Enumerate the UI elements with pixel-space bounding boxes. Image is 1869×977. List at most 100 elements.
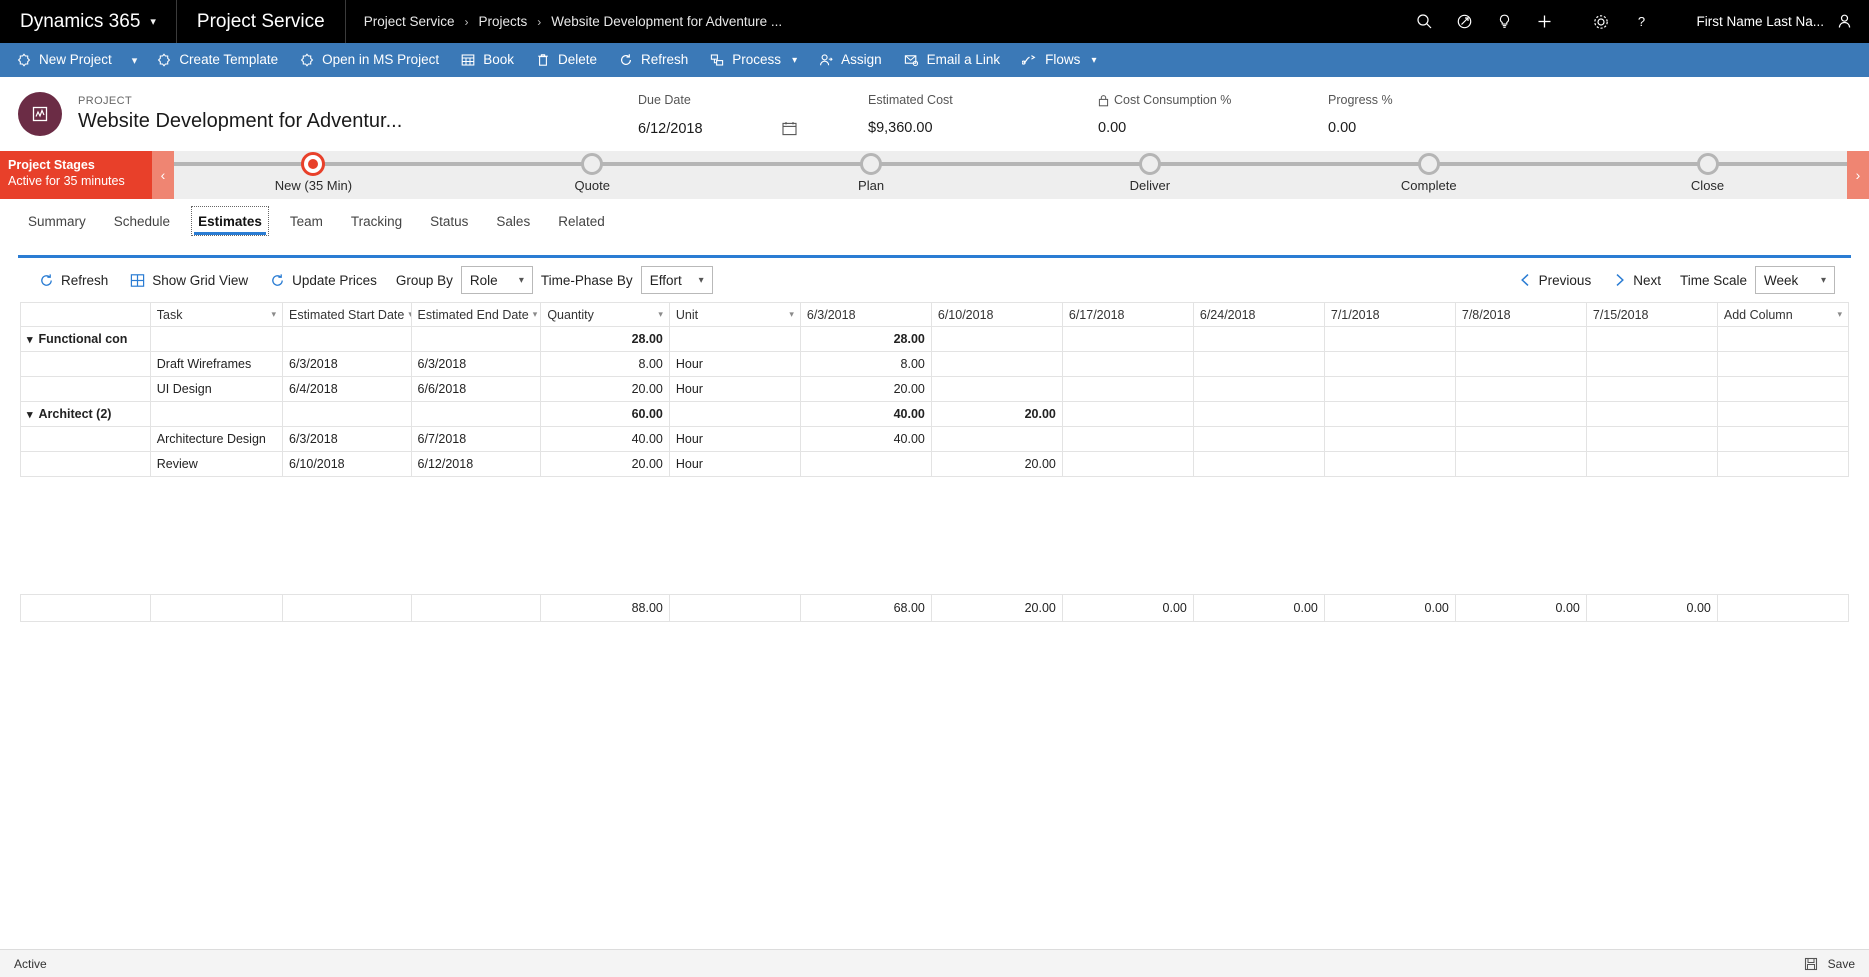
col-header-add-column[interactable]: Add Column ▾	[1716, 302, 1850, 327]
row-cell-add-column[interactable]	[1716, 376, 1850, 402]
row-cell-week-6[interactable]	[1454, 376, 1587, 402]
row-cell-week-3[interactable]	[1061, 351, 1194, 377]
row-cell-unit[interactable]	[668, 326, 801, 352]
gear-icon[interactable]	[1581, 0, 1621, 43]
email-a-link-button[interactable]: Email a Link	[893, 43, 1012, 77]
row-cell-start[interactable]: 6/3/2018	[282, 351, 412, 377]
dynamics-brand-menu[interactable]: Dynamics 365 ▾	[0, 0, 177, 43]
row-cell-week-7[interactable]	[1585, 401, 1718, 427]
new-project-split-button[interactable]: ▾	[123, 43, 147, 77]
row-cell-week-2[interactable]: 20.00	[930, 451, 1063, 477]
row-cell-week-6[interactable]	[1454, 426, 1587, 452]
process-stage-quote[interactable]: Quote	[453, 151, 732, 199]
chevron-left-icon[interactable]: ‹	[152, 151, 174, 199]
row-cell-week-1[interactable]: 40.00	[799, 401, 932, 427]
row-cell-week-2[interactable]: 20.00	[930, 401, 1063, 427]
group-by-select[interactable]: Role ▾	[460, 266, 533, 294]
row-cell-quantity[interactable]: 20.00	[540, 451, 670, 477]
row-cell-task[interactable]: UI Design	[149, 376, 284, 402]
process-stage-new[interactable]: New (35 Min)	[174, 151, 453, 199]
row-cell-week-4[interactable]	[1192, 376, 1325, 402]
process-stage-complete[interactable]: Complete	[1289, 151, 1568, 199]
row-cell-unit[interactable]: Hour	[668, 351, 801, 377]
time-phase-by-select[interactable]: Effort ▾	[640, 266, 713, 294]
row-cell-week-2[interactable]	[930, 426, 1063, 452]
row-cell-week-6[interactable]	[1454, 401, 1587, 427]
tab-team[interactable]: Team	[276, 199, 337, 243]
flows-button[interactable]: Flows ▾	[1011, 43, 1107, 77]
row-cell-start[interactable]: 6/10/2018	[282, 451, 412, 477]
previous-period-button[interactable]: Previous	[1508, 265, 1603, 295]
tab-summary[interactable]: Summary	[14, 199, 100, 243]
row-cell-task[interactable]: Draft Wireframes	[149, 351, 284, 377]
row-cell-end[interactable]	[410, 326, 542, 352]
row-cell-week-5[interactable]	[1323, 451, 1456, 477]
metric-due-date-value[interactable]: 6/12/2018	[638, 121, 703, 137]
table-row[interactable]: Architecture Design 6/3/2018 6/7/2018 40…	[20, 426, 1850, 452]
row-cell-week-7[interactable]	[1585, 426, 1718, 452]
row-cell-quantity[interactable]: 40.00	[540, 426, 670, 452]
row-cell-task[interactable]: Architecture Design	[149, 426, 284, 452]
grid-refresh-button[interactable]: Refresh	[28, 265, 119, 295]
table-row[interactable]: UI Design 6/4/2018 6/6/2018 20.00 Hour 2…	[20, 376, 1850, 402]
row-cell-start[interactable]: 6/4/2018	[282, 376, 412, 402]
refresh-button[interactable]: Refresh	[608, 43, 699, 77]
row-cell-week-5[interactable]	[1323, 326, 1456, 352]
chevron-down-icon[interactable]: ▾	[271, 309, 276, 320]
calendar-icon[interactable]	[781, 120, 798, 137]
row-cell-week-2[interactable]	[930, 326, 1063, 352]
row-cell-week-5[interactable]	[1323, 401, 1456, 427]
row-cell-week-4[interactable]	[1192, 426, 1325, 452]
row-cell-end[interactable]: 6/12/2018	[410, 451, 542, 477]
plus-icon[interactable]	[1524, 0, 1564, 43]
tab-status[interactable]: Status	[416, 199, 482, 243]
row-cell-week-3[interactable]	[1061, 401, 1194, 427]
tab-related[interactable]: Related	[544, 199, 619, 243]
row-cell-add-column[interactable]	[1716, 451, 1850, 477]
app-name[interactable]: Project Service	[177, 0, 346, 43]
chevron-down-icon[interactable]: ▾	[150, 15, 156, 28]
table-row[interactable]: Draft Wireframes 6/3/2018 6/3/2018 8.00 …	[20, 351, 1850, 377]
table-row[interactable]: ▾ Architect (2) 60.00 40.00 20.00	[20, 401, 1850, 427]
row-cell-week-3[interactable]	[1061, 426, 1194, 452]
time-scale-select[interactable]: Week ▾	[1755, 266, 1835, 294]
row-cell-end[interactable]: 6/3/2018	[410, 351, 542, 377]
row-cell-start[interactable]	[282, 401, 412, 427]
row-cell-task[interactable]	[149, 326, 284, 352]
row-cell-unit[interactable]: Hour	[668, 426, 801, 452]
row-cell-week-2[interactable]	[930, 351, 1063, 377]
row-cell-week-4[interactable]	[1192, 451, 1325, 477]
table-row[interactable]: ▾ Functional con 28.00 28.00	[20, 326, 1850, 352]
chevron-down-icon[interactable]: ▾	[1837, 309, 1842, 320]
col-header-estimated-end-date[interactable]: Estimated End Date ▾	[410, 302, 542, 327]
row-cell-week-1[interactable]: 8.00	[799, 351, 932, 377]
breadcrumb-item-0[interactable]: Project Service	[364, 14, 455, 29]
row-group-label-cell[interactable]: ▾ Architect (2)	[20, 401, 151, 427]
col-header-quantity[interactable]: Quantity ▾	[540, 302, 670, 327]
book-button[interactable]: Book	[450, 43, 525, 77]
row-cell-week-4[interactable]	[1192, 401, 1325, 427]
row-cell-week-1[interactable]: 20.00	[799, 376, 932, 402]
row-cell-quantity[interactable]: 20.00	[540, 376, 670, 402]
tab-tracking[interactable]: Tracking	[337, 199, 416, 243]
search-icon[interactable]	[1404, 0, 1444, 43]
row-cell-add-column[interactable]	[1716, 401, 1850, 427]
row-cell-week-5[interactable]	[1323, 351, 1456, 377]
row-cell-unit[interactable]: Hour	[668, 376, 801, 402]
next-period-button[interactable]: Next	[1602, 265, 1672, 295]
user-menu[interactable]: First Name Last Na...	[1678, 13, 1869, 30]
chevron-down-icon[interactable]: ▾	[789, 309, 794, 320]
col-header-task[interactable]: Task ▾	[149, 302, 284, 327]
tab-sales[interactable]: Sales	[482, 199, 544, 243]
row-cell-week-2[interactable]	[930, 376, 1063, 402]
row-cell-start[interactable]: 6/3/2018	[282, 426, 412, 452]
row-cell-week-6[interactable]	[1454, 351, 1587, 377]
row-cell-quantity[interactable]: 60.00	[540, 401, 670, 427]
breadcrumb-item-2[interactable]: Website Development for Adventure ...	[551, 14, 782, 29]
create-template-button[interactable]: Create Template	[146, 43, 289, 77]
row-cell-week-7[interactable]	[1585, 451, 1718, 477]
col-header-unit[interactable]: Unit ▾	[668, 302, 801, 327]
row-cell-task[interactable]: Review	[149, 451, 284, 477]
row-cell-end[interactable]: 6/7/2018	[410, 426, 542, 452]
new-project-button[interactable]: New Project	[6, 43, 123, 77]
